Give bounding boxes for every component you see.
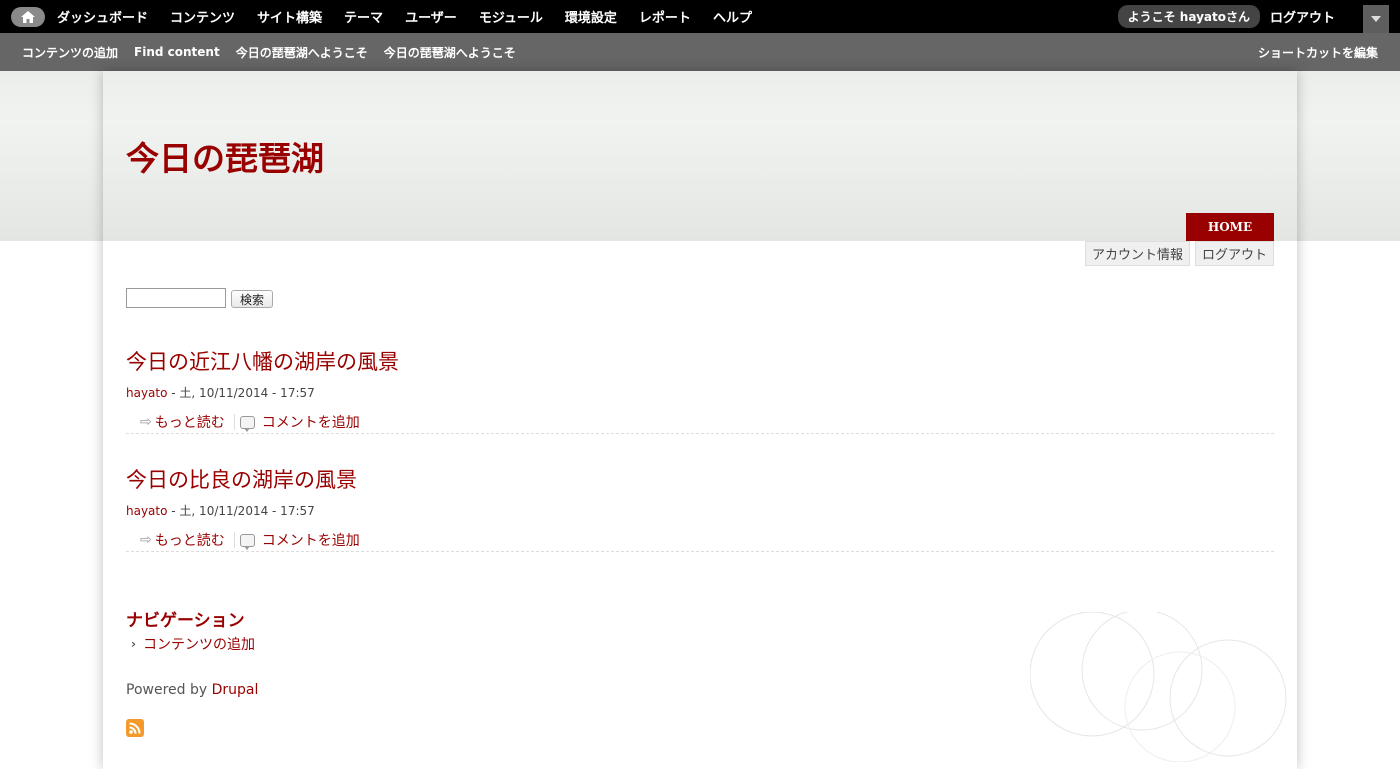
chevron-down-icon	[1371, 16, 1381, 22]
article-teaser: 今日の近江八幡の湖岸の風景 hayato - 土, 10/11/2014 - 1…	[126, 346, 1274, 434]
arrow-right-icon: ⇨	[140, 532, 152, 548]
navigation-item-add-content[interactable]: › コンテンツの追加	[131, 634, 255, 654]
toolbar-item-help[interactable]: ヘルプ	[702, 7, 763, 26]
site-name[interactable]: 今日の琵琶湖	[126, 132, 324, 180]
toolbar-item-configuration[interactable]: 環境設定	[554, 7, 628, 26]
search-input[interactable]	[126, 288, 226, 308]
article-date: - 土, 10/11/2014 - 17:57	[167, 386, 315, 400]
account-link[interactable]: アカウント情報	[1084, 241, 1190, 266]
article-meta: hayato - 土, 10/11/2014 - 17:57	[126, 384, 1274, 401]
add-comment-label: コメントを追加	[261, 533, 360, 549]
add-comment-link[interactable]: コメントを追加	[239, 412, 360, 432]
article-title[interactable]: 今日の比良の湖岸の風景	[126, 464, 1274, 494]
author-link[interactable]: hayato	[126, 386, 167, 400]
shortcut-welcome-1[interactable]: 今日の琵琶湖へようこそ	[228, 44, 376, 61]
toolbar-item-content[interactable]: コンテンツ	[159, 7, 246, 26]
secondary-menu: アカウント情報 ログアウト	[1084, 241, 1274, 266]
toolbar-menu: ダッシュボード コンテンツ サイト構築 テーマ ユーザー モジュール 環境設定 …	[46, 0, 763, 33]
navigation-heading: ナビゲーション	[126, 611, 245, 631]
toolbar-item-people[interactable]: ユーザー	[394, 7, 468, 26]
article-links: ⇨ もっと読む コメントを追加	[140, 528, 1274, 552]
arrow-right-icon: ⇨	[140, 414, 152, 430]
link-separator	[233, 532, 235, 548]
logout-link[interactable]: ログアウト	[1194, 241, 1274, 266]
main-menu-home-tab[interactable]: HOME	[1186, 213, 1274, 241]
search-button[interactable]: 検索	[231, 290, 274, 308]
comment-icon	[239, 533, 255, 550]
shortcut-toggle-button[interactable]	[1363, 5, 1389, 33]
read-more-link[interactable]: ⇨ もっと読む	[140, 412, 225, 432]
toolbar-item-reports[interactable]: レポート	[628, 7, 702, 26]
navigation-item-label: コンテンツの追加	[142, 637, 255, 653]
edit-shortcuts-link[interactable]: ショートカットを編集	[1258, 44, 1378, 61]
author-link[interactable]: hayato	[126, 504, 167, 518]
add-comment-link[interactable]: コメントを追加	[239, 530, 360, 550]
shortcut-welcome-2[interactable]: 今日の琵琶湖へようこそ	[376, 44, 524, 61]
shortcut-find-content[interactable]: Find content	[126, 45, 228, 59]
article-links: ⇨ もっと読む コメントを追加	[140, 410, 1274, 434]
read-more-label: もっと読む	[154, 533, 225, 549]
read-more-link[interactable]: ⇨ もっと読む	[140, 530, 225, 550]
powered-by: Powered by Drupal	[126, 682, 258, 698]
add-comment-label: コメントを追加	[261, 415, 360, 431]
article-title[interactable]: 今日の近江八幡の湖岸の風景	[126, 346, 1274, 376]
link-separator	[233, 414, 235, 430]
toolbar-item-structure[interactable]: サイト構築	[246, 7, 333, 26]
decorative-circles	[1030, 612, 1287, 762]
toolbar-user: ようこそ hayatoさん ログアウト	[1117, 0, 1400, 33]
welcome-user-link[interactable]: ようこそ hayatoさん	[1117, 5, 1260, 28]
home-icon[interactable]	[11, 7, 45, 27]
shortcut-add-content[interactable]: コンテンツの追加	[14, 44, 126, 61]
comment-icon	[239, 415, 255, 432]
toolbar-item-appearance[interactable]: テーマ	[333, 7, 394, 26]
shortcut-bar: コンテンツの追加 Find content 今日の琵琶湖へようこそ 今日の琵琶湖…	[0, 33, 1400, 71]
toolbar-item-dashboard[interactable]: ダッシュボード	[46, 7, 159, 26]
toolbar-item-modules[interactable]: モジュール	[468, 7, 554, 26]
article-teaser: 今日の比良の湖岸の風景 hayato - 土, 10/11/2014 - 17:…	[126, 464, 1274, 552]
rss-feed-icon[interactable]	[126, 719, 144, 737]
article-meta: hayato - 土, 10/11/2014 - 17:57	[126, 502, 1274, 519]
drupal-link[interactable]: Drupal	[212, 682, 259, 698]
article-date: - 土, 10/11/2014 - 17:57	[167, 504, 315, 518]
powered-by-label: Powered by	[126, 682, 212, 698]
admin-toolbar: ダッシュボード コンテンツ サイト構築 テーマ ユーザー モジュール 環境設定 …	[0, 0, 1400, 33]
read-more-label: もっと読む	[154, 415, 225, 431]
chevron-right-icon: ›	[131, 637, 136, 651]
toolbar-logout-link[interactable]: ログアウト	[1270, 7, 1335, 26]
